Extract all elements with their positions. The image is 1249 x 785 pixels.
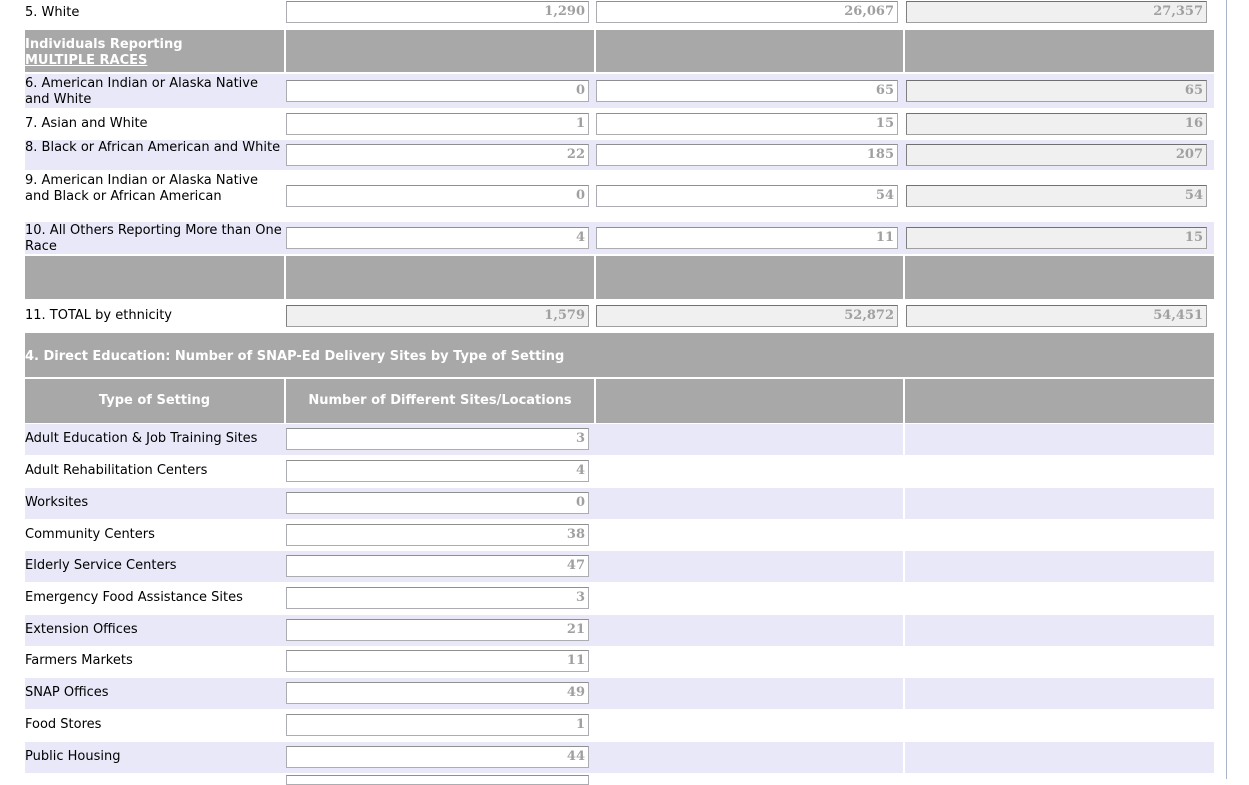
row-8: 8. Black or African American and White 2… <box>25 140 1214 170</box>
site-count-input[interactable]: 3 <box>286 428 589 450</box>
site-count-input[interactable]: 4 <box>286 460 589 482</box>
site-row: Public Housing 44 <box>25 742 1214 773</box>
row9-col1-input[interactable]: 0 <box>286 185 589 207</box>
site-row: Adult Rehabilitation Centers 4 <box>25 456 1214 487</box>
row6-col2-input[interactable]: 65 <box>596 80 898 102</box>
row-label: 10. All Others Reporting More than One R… <box>25 223 282 254</box>
col-number-of-sites: Number of Different Sites/Locations <box>308 393 572 408</box>
section4-column-headers: Type of Setting Number of Different Site… <box>25 379 1214 423</box>
column-divider <box>903 379 905 423</box>
site-label: Emergency Food Assistance Sites <box>25 590 243 605</box>
site-count-input[interactable]: 0 <box>286 492 589 514</box>
site-label: Farmers Markets <box>25 653 133 668</box>
column-divider <box>903 551 905 582</box>
row6-col1-input[interactable]: 0 <box>286 80 589 102</box>
white-total-field: 27,357 <box>906 1 1207 23</box>
column-divider <box>594 30 596 72</box>
header-line1: Individuals Reporting <box>25 37 183 52</box>
site-label: Elderly Service Centers <box>25 558 177 573</box>
site-row: Food Stores 1 <box>25 710 1214 741</box>
site-count-input[interactable]: 11 <box>286 650 589 672</box>
multiple-races-title: Individuals Reporting MULTIPLE RACES <box>25 37 183 69</box>
row7-col1-input[interactable]: 1 <box>286 113 589 135</box>
site-row: Farmers Markets 11 <box>25 646 1214 677</box>
site-count-input-partial[interactable] <box>286 775 589 785</box>
site-count-input[interactable]: 38 <box>286 524 589 546</box>
column-divider <box>594 379 596 423</box>
header-line2: MULTIPLE RACES <box>25 53 148 68</box>
row10-col1-input[interactable]: 4 <box>286 227 589 249</box>
column-divider <box>903 488 905 519</box>
row-white: 5. White 1,290 26,067 27,357 <box>25 0 1214 28</box>
white-hispanic-input[interactable]: 1,290 <box>286 1 589 23</box>
row-label: 6. American Indian or Alaska Native and … <box>25 76 258 107</box>
multiple-races-header: Individuals Reporting MULTIPLE RACES <box>25 30 1214 72</box>
site-label: Adult Education & Job Training Sites <box>25 431 258 446</box>
row9-col2-input[interactable]: 54 <box>596 185 898 207</box>
column-divider <box>903 424 905 455</box>
white-non-hispanic-input[interactable]: 26,067 <box>596 1 898 23</box>
row-7: 7. Asian and White 1 15 16 <box>25 110 1214 138</box>
column-divider <box>284 256 286 299</box>
row8-col1-input[interactable]: 22 <box>286 144 589 166</box>
site-row: SNAP Offices 49 <box>25 678 1214 709</box>
row9-total-field: 54 <box>906 185 1207 207</box>
section4-title: 4. Direct Education: Number of SNAP-Ed D… <box>25 349 565 364</box>
site-label: Worksites <box>25 495 89 510</box>
row-label: 8. Black or African American and White <box>25 140 281 155</box>
section4-header: 4. Direct Education: Number of SNAP-Ed D… <box>25 333 1214 377</box>
column-divider <box>903 256 905 299</box>
site-row: Adult Education & Job Training Sites 3 <box>25 424 1214 455</box>
site-label: Adult Rehabilitation Centers <box>25 463 208 478</box>
column-divider <box>594 256 596 299</box>
site-count-input[interactable]: 47 <box>286 555 589 577</box>
site-row: Elderly Service Centers 47 <box>25 551 1214 582</box>
site-label: Food Stores <box>25 717 102 732</box>
row8-col2-input[interactable]: 185 <box>596 144 898 166</box>
site-count-input[interactable]: 3 <box>286 587 589 609</box>
column-divider <box>903 30 905 72</box>
row10-total-field: 15 <box>906 227 1207 249</box>
site-label: SNAP Offices <box>25 685 109 700</box>
column-divider <box>903 615 905 646</box>
row7-col2-input[interactable]: 15 <box>596 113 898 135</box>
column-divider <box>903 742 905 773</box>
site-row: Worksites 0 <box>25 488 1214 519</box>
row-label: 7. Asian and White <box>25 116 148 131</box>
row-10: 10. All Others Reporting More than One R… <box>25 222 1214 254</box>
grey-spacer-row <box>25 256 1214 299</box>
row6-total-field: 65 <box>906 80 1207 102</box>
row-label: 5. White <box>25 5 80 20</box>
row-label: 9. American Indian or Alaska Native and … <box>25 173 258 204</box>
site-label: Extension Offices <box>25 622 138 637</box>
site-label: Community Centers <box>25 527 155 542</box>
site-row: Extension Offices 21 <box>25 615 1214 646</box>
row-6: 6. American Indian or Alaska Native and … <box>25 74 1214 108</box>
site-row: Emergency Food Assistance Sites 3 <box>25 583 1214 614</box>
row8-total-field: 207 <box>906 144 1207 166</box>
column-divider <box>284 379 286 423</box>
row-label: 11. TOTAL by ethnicity <box>25 308 172 323</box>
row-total-by-ethnicity: 11. TOTAL by ethnicity 1,579 52,872 54,4… <box>25 301 1214 331</box>
total-col1-field: 1,579 <box>286 305 589 327</box>
site-row: Community Centers 38 <box>25 520 1214 551</box>
site-count-input[interactable]: 1 <box>286 714 589 736</box>
site-label: Public Housing <box>25 749 121 764</box>
row-9: 9. American Indian or Alaska Native and … <box>25 172 1214 220</box>
row10-col2-input[interactable]: 11 <box>596 227 898 249</box>
site-count-input[interactable]: 44 <box>286 746 589 768</box>
column-divider <box>284 30 286 72</box>
total-col2-field: 52,872 <box>596 305 898 327</box>
frame-border <box>1226 0 1227 779</box>
row7-total-field: 16 <box>906 113 1207 135</box>
site-count-input[interactable]: 21 <box>286 619 589 641</box>
total-grand-field: 54,451 <box>906 305 1207 327</box>
site-count-input[interactable]: 49 <box>286 682 589 704</box>
column-divider <box>903 678 905 709</box>
col-type-of-setting: Type of Setting <box>98 393 211 408</box>
